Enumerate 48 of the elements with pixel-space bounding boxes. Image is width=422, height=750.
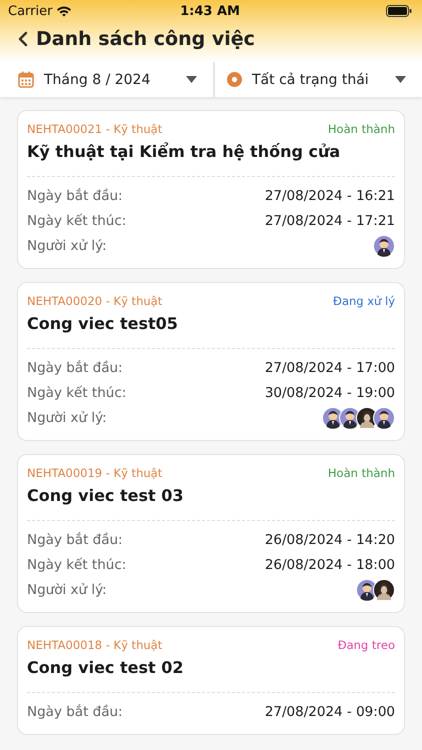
task-card[interactable]: NEHTA00018 - Kỹ thuật Đang treo Cong viec test 02 Ngày bắt đầu: 27/08/2024 - 09:00 [17, 626, 405, 735]
field-value: 26/08/2024 - 18:00 [264, 556, 395, 572]
battery-icon [386, 5, 412, 17]
task-title: Cong viec test 02 [27, 658, 184, 677]
status-label: Hoàn thành [328, 466, 395, 480]
status-dot-icon [227, 72, 242, 87]
field-value: 27/08/2024 - 09:00 [264, 704, 395, 720]
wifi-icon [56, 5, 72, 17]
field-label: Ngày kết thúc: [27, 556, 126, 572]
task-card[interactable]: NEHTA00020 - Kỹ thuật Đang xử lý Cong viec test05 Ngày bắt đầu: 27/08/2024 - 17:00 Ngày kết thúc: 30/08/2024 - 19:00 Người xử lý: [17, 282, 405, 441]
field-value: 30/08/2024 - 19:00 [264, 384, 395, 400]
task-card[interactable]: NEHTA00019 - Kỹ thuật Hoàn thành Cong viec test 03 Ngày bắt đầu: 26/08/2024 - 14:20 Ngày kết thúc: 26/08/2024 - 18:00 Người xử lý: [17, 454, 405, 613]
caret-icon [395, 76, 406, 83]
calendar-icon [18, 71, 34, 88]
month-dropdown[interactable]: Tháng 8 / 2024 [0, 62, 213, 97]
task-code: NEHTA00018 - Kỹ thuật [27, 638, 162, 652]
clock-time: 1:43 AM [179, 4, 241, 18]
field-value: 27/08/2024 - 17:00 [264, 360, 395, 376]
caret-icon [186, 76, 197, 83]
field-label: Ngày bắt đầu: [27, 704, 123, 720]
avatar [373, 578, 395, 600]
task-title: Cong viec test05 [27, 314, 179, 333]
status-label: Đang treo [338, 638, 395, 652]
field-label: Ngày bắt đầu: [27, 188, 123, 204]
field-value: 26/08/2024 - 14:20 [264, 532, 395, 548]
field-label: Người xử lý: [27, 410, 107, 426]
status-dropdown[interactable]: Tất cả trạng thái [213, 62, 422, 97]
avatar [373, 234, 395, 256]
task-code: NEHTA00019 - Kỹ thuật [27, 466, 162, 480]
field-label: Người xử lý: [27, 238, 107, 254]
status-label: Đang xử lý [333, 294, 395, 308]
page-title: Danh sách công việc [36, 28, 255, 50]
field-label: Ngày kết thúc: [27, 212, 126, 228]
field-label: Người xử lý: [27, 582, 107, 598]
task-code: NEHTA00021 - Kỹ thuật [27, 122, 162, 136]
task-card[interactable]: NEHTA00021 - Kỹ thuật Hoàn thành Kỹ thuật tại Kiểm tra hệ thống cửa Ngày bắt đầu: 27/08/2024 - 16:21 Ngày kết thúc: 27/08/2024 - 17:21 Người xử lý: [17, 110, 405, 269]
status-label: Hoàn thành [328, 122, 395, 136]
task-title: Cong viec test 03 [27, 486, 184, 505]
field-label: Ngày bắt đầu: [27, 360, 123, 376]
field-label: Ngày kết thúc: [27, 384, 126, 400]
field-value: 27/08/2024 - 17:21 [264, 212, 395, 228]
field-value: 27/08/2024 - 16:21 [264, 188, 395, 204]
task-code: NEHTA00020 - Kỹ thuật [27, 294, 162, 308]
field-label: Ngày bắt đầu: [27, 532, 123, 548]
back-icon[interactable] [18, 31, 28, 47]
carrier-label: Carrier [8, 4, 52, 18]
avatar [373, 406, 395, 428]
task-title: Kỹ thuật tại Kiểm tra hệ thống cửa [27, 142, 342, 161]
